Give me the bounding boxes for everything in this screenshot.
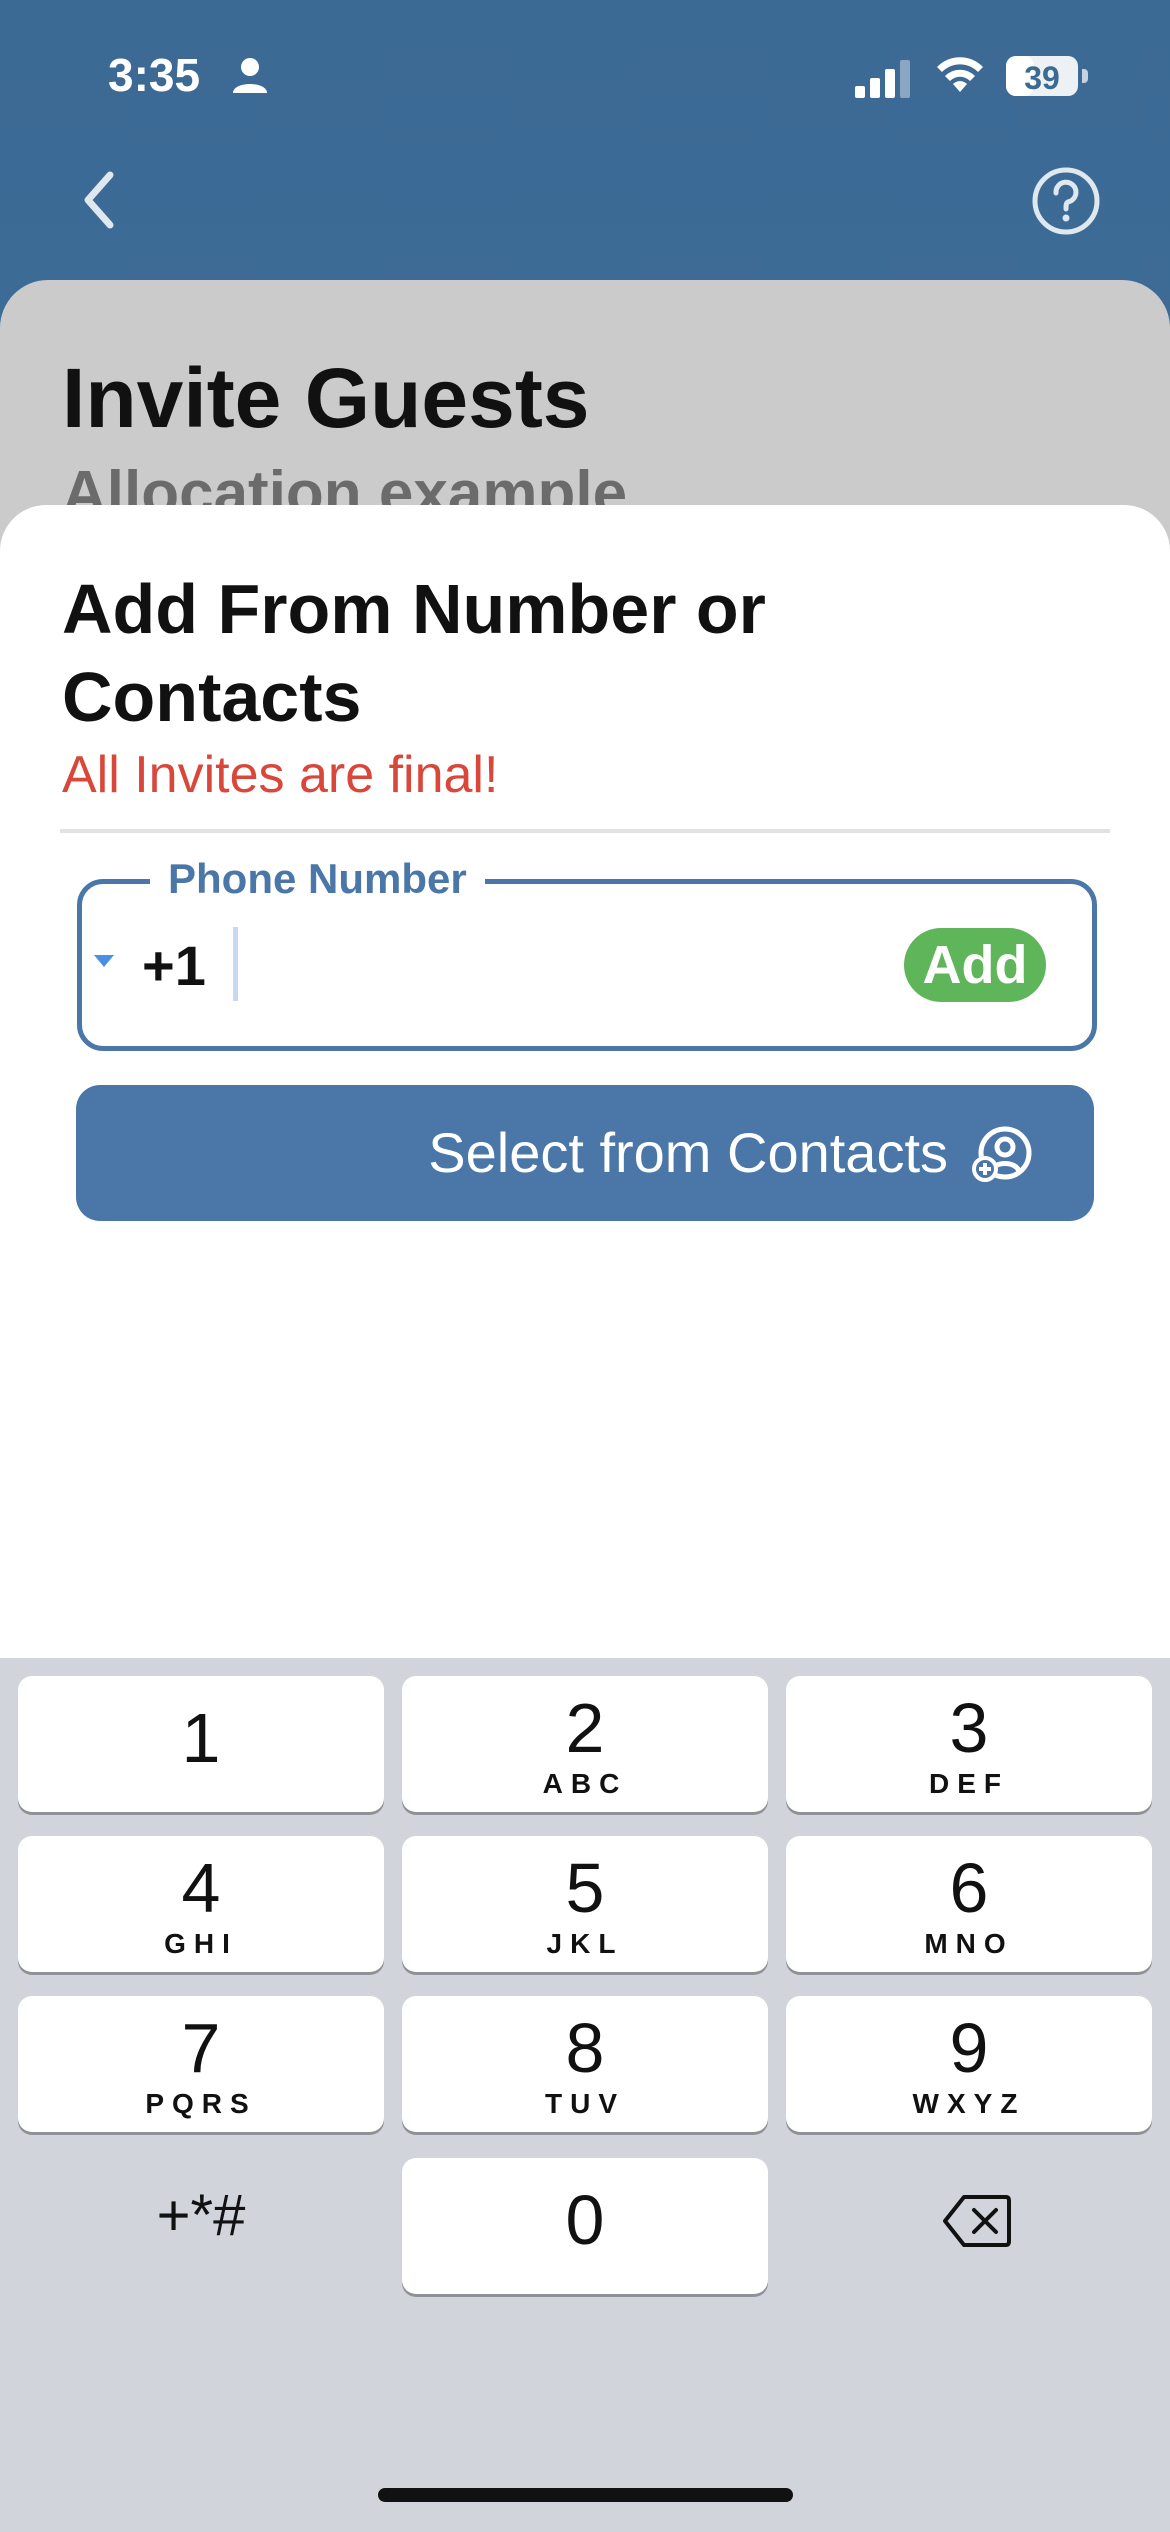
home-indicator xyxy=(378,2488,793,2502)
battery-indicator: 39 xyxy=(1006,56,1088,98)
key-6[interactable]: 6 MNO xyxy=(786,1836,1152,1972)
key-letters: DEF xyxy=(929,1768,1009,1799)
key-5[interactable]: 5 JKL xyxy=(402,1836,768,1972)
key-letters: MNO xyxy=(924,1928,1014,1959)
key-4[interactable]: 4 GHI xyxy=(18,1836,384,1972)
key-3[interactable]: 3 DEF xyxy=(786,1676,1152,1812)
question-circle-icon[interactable] xyxy=(1030,165,1102,237)
key-digit: 1 xyxy=(181,1699,221,1777)
key-letters: ABC xyxy=(542,1768,628,1799)
country-code-selector[interactable]: +1 xyxy=(142,933,206,998)
wifi-icon xyxy=(937,57,983,92)
key-8[interactable]: 8 TUV xyxy=(402,1996,768,2132)
status-bar: 3:35 39 xyxy=(0,0,1170,150)
key-digit: 5 xyxy=(565,1849,605,1927)
divider xyxy=(60,829,1110,833)
text-cursor xyxy=(233,927,238,1001)
numeric-keypad: 1 2 ABC 3 DEF 4 GHI 5 JKL 6 MNO 7 PQRS 8… xyxy=(0,1658,1170,2532)
key-digit: 7 xyxy=(181,2009,221,2087)
add-button[interactable]: Add xyxy=(904,928,1046,1002)
battery-level: 39 xyxy=(1024,60,1060,96)
chevron-left-icon[interactable] xyxy=(70,165,130,235)
cellular-signal-icon xyxy=(855,60,910,98)
key-digit: 6 xyxy=(949,1849,989,1927)
key-0[interactable]: 0 xyxy=(402,2158,768,2294)
key-letters: GHI xyxy=(164,1928,238,1959)
status-time: 3:35 xyxy=(108,49,201,101)
battery-cap xyxy=(1082,69,1088,83)
add-contact-icon xyxy=(972,1126,1032,1182)
person-icon xyxy=(233,58,267,93)
contacts-button-label: Select from Contacts xyxy=(428,1121,948,1184)
key-letters: TUV xyxy=(545,2088,625,2119)
key-digit: 8 xyxy=(565,2009,605,2087)
key-9[interactable]: 9 WXYZ xyxy=(786,1996,1152,2132)
key-letters: PQRS xyxy=(145,2088,257,2119)
key-digit: 3 xyxy=(949,1689,989,1767)
invites-final-warning: All Invites are final! xyxy=(62,746,499,804)
key-7[interactable]: 7 PQRS xyxy=(18,1996,384,2132)
key-digit: 2 xyxy=(565,1689,605,1767)
backspace-icon[interactable] xyxy=(942,2193,1012,2249)
key-digit: 0 xyxy=(565,2181,605,2259)
key-2[interactable]: 2 ABC xyxy=(402,1676,768,1812)
select-from-contacts-button[interactable]: Select from Contacts xyxy=(76,1085,1094,1221)
key-letters: WXYZ xyxy=(912,2088,1026,2119)
phone-number-label: Phone Number xyxy=(150,855,485,903)
key-digit: 4 xyxy=(181,1849,221,1927)
caret-down-icon[interactable] xyxy=(92,953,116,969)
key-digit: 9 xyxy=(949,2009,989,2087)
add-guest-modal: Add From Number or Contacts All Invites … xyxy=(0,505,1170,1665)
key-1[interactable]: 1 xyxy=(18,1676,384,1812)
page-title: Invite Guests xyxy=(62,351,590,445)
symbols-key[interactable]: +*# xyxy=(18,2148,384,2284)
modal-title: Add From Number or Contacts xyxy=(62,570,766,736)
key-letters: JKL xyxy=(546,1928,624,1959)
